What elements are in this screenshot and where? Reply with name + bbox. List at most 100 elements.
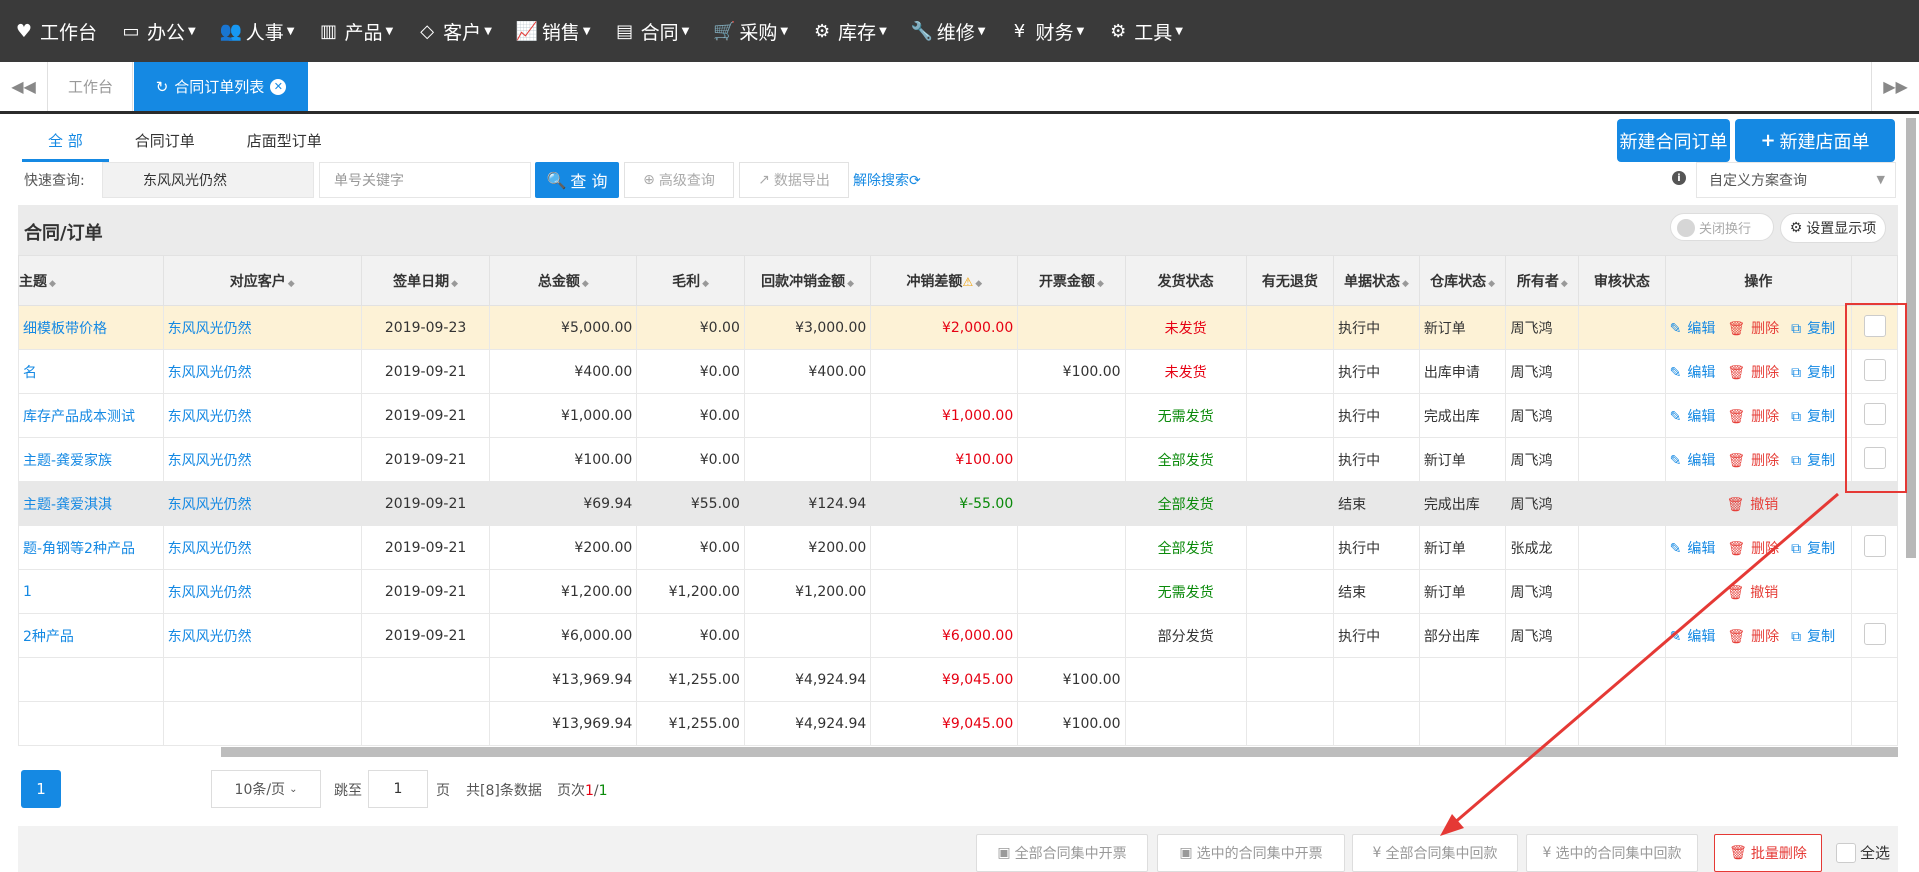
- customer-link[interactable]: 东风风光仍然: [162, 349, 362, 394]
- select-all[interactable]: 全选: [1836, 842, 1890, 863]
- customer-link[interactable]: 东风风光仍然: [162, 305, 362, 350]
- delete-button[interactable]: 🗑 删除: [1727, 321, 1785, 337]
- wrap-toggle[interactable]: 关闭换行: [1670, 213, 1774, 241]
- nav-item-8[interactable]: ⚙ 库存 ▼: [812, 18, 887, 45]
- column-header[interactable]: 签单日期 ◆: [360, 255, 491, 306]
- sort-icon[interactable]: ◆: [582, 279, 589, 289]
- copy-button[interactable]: ⧉ 复制: [1791, 541, 1841, 557]
- edit-button[interactable]: ✎ 编辑: [1670, 453, 1722, 469]
- new-contract-order-button[interactable]: 新建合同订单: [1617, 119, 1730, 162]
- sort-icon[interactable]: ◆: [1402, 279, 1409, 289]
- edit-button[interactable]: ✎ 编辑: [1670, 629, 1722, 645]
- per-page-select[interactable]: 10条/页 ⌄: [211, 770, 321, 808]
- nav-item-10[interactable]: ¥ 财务 ▼: [1009, 18, 1084, 45]
- sort-icon[interactable]: ◆: [1097, 279, 1104, 289]
- tab-workbench[interactable]: 工作台: [49, 62, 133, 111]
- delete-button[interactable]: 🗑 删除: [1727, 409, 1785, 425]
- order-subject-link[interactable]: 主题-龚爱家族: [18, 437, 164, 482]
- select-all-checkbox[interactable]: [1836, 842, 1856, 863]
- row-checkbox[interactable]: [1863, 534, 1886, 557]
- selected-contract-invoice-button[interactable]: ▣ 选中的合同集中开票: [1157, 834, 1345, 872]
- customer-link[interactable]: 东风风光仍然: [162, 613, 362, 658]
- order-subject-link[interactable]: 主题-龚爱淇淇: [18, 481, 164, 526]
- horizontal-scrollbar[interactable]: [221, 747, 1898, 757]
- column-header[interactable]: 开票金额 ◆: [1017, 255, 1126, 306]
- customer-link[interactable]: 东风风光仍然: [162, 481, 362, 526]
- close-icon[interactable]: ✕: [270, 78, 287, 95]
- selected-contract-payment-button[interactable]: ¥ 选中的合同集中回款: [1526, 834, 1698, 872]
- tab-scroll-right-icon[interactable]: ▶▶: [1871, 62, 1919, 111]
- jump-page-input[interactable]: 1: [368, 770, 428, 808]
- advanced-search-button[interactable]: ⊕ 高级查询: [624, 162, 734, 198]
- column-header[interactable]: 回款冲销金额 ◆: [743, 255, 872, 306]
- nav-item-6[interactable]: ▤ 合同 ▼: [615, 18, 689, 45]
- sort-icon[interactable]: ◆: [288, 279, 295, 289]
- sort-icon[interactable]: ◆: [975, 279, 982, 289]
- new-store-order-button[interactable]: + 新建店面单: [1735, 119, 1895, 162]
- column-header[interactable]: 仓库状态 ◆: [1418, 255, 1507, 306]
- nav-item-1[interactable]: ▭ 办公 ▼: [121, 18, 196, 45]
- customer-link[interactable]: 东风风光仍然: [162, 437, 362, 482]
- nav-item-5[interactable]: 📈 销售 ▼: [516, 18, 591, 45]
- customer-input[interactable]: 东风风光仍然: [102, 162, 314, 198]
- edit-button[interactable]: ✎ 编辑: [1670, 365, 1722, 381]
- nav-item-0[interactable]: ♥ 工作台: [14, 18, 97, 45]
- nav-item-7[interactable]: 🛒 采购 ▼: [713, 18, 788, 45]
- all-contract-payment-button[interactable]: ¥ 全部合同集中回款: [1352, 834, 1518, 872]
- column-header[interactable]: 所有者 ◆: [1505, 255, 1580, 306]
- customer-link[interactable]: 东风风光仍然: [162, 393, 362, 438]
- batch-delete-button[interactable]: 🗑 批量删除: [1714, 834, 1822, 872]
- copy-button[interactable]: ⧉ 复制: [1791, 365, 1841, 381]
- column-header[interactable]: 毛利 ◆: [636, 255, 745, 306]
- revoke-button[interactable]: 🗑 撤销: [1727, 497, 1785, 513]
- delete-button[interactable]: 🗑 删除: [1727, 365, 1785, 381]
- nav-item-11[interactable]: ⚙ 工具 ▼: [1108, 18, 1183, 45]
- tab-scroll-left-icon[interactable]: ◀◀: [0, 62, 48, 111]
- copy-button[interactable]: ⧉ 复制: [1791, 629, 1841, 645]
- nav-item-3[interactable]: ▥ 产品 ▼: [318, 18, 393, 45]
- customer-link[interactable]: 东风风光仍然: [162, 525, 362, 570]
- column-header[interactable]: 总金额 ◆: [489, 255, 638, 306]
- subtab-store-orders[interactable]: 店面型订单: [221, 118, 348, 162]
- export-button[interactable]: ↗ 数据导出: [739, 162, 849, 198]
- nav-item-4[interactable]: ◇ 客户 ▼: [417, 18, 492, 45]
- order-subject-link[interactable]: 2种产品: [18, 613, 164, 658]
- order-subject-link[interactable]: 库存产品成本测试: [18, 393, 164, 438]
- column-header[interactable]: 对应客户 ◆: [162, 255, 362, 306]
- query-button[interactable]: 🔍 查 询: [535, 162, 619, 198]
- edit-button[interactable]: ✎ 编辑: [1670, 321, 1722, 337]
- nav-item-9[interactable]: 🔧 维修 ▼: [911, 18, 986, 45]
- set-columns-button[interactable]: ⚙ 设置显示项: [1780, 213, 1886, 243]
- delete-button[interactable]: 🗑 删除: [1727, 453, 1785, 469]
- column-header[interactable]: 单据状态 ◆: [1333, 255, 1420, 306]
- column-header[interactable]: 冲销差额⚠ ◆: [870, 255, 1019, 306]
- delete-button[interactable]: 🗑 删除: [1727, 541, 1785, 557]
- sort-icon[interactable]: ◆: [49, 279, 56, 289]
- order-subject-link[interactable]: 题-角钢等2种产品: [18, 525, 164, 570]
- page-button-current[interactable]: 1: [21, 770, 61, 808]
- delete-button[interactable]: 🗑 删除: [1727, 629, 1785, 645]
- subtab-all[interactable]: 全 部: [22, 118, 109, 162]
- order-subject-link[interactable]: 细模板带价格: [18, 305, 164, 350]
- row-checkbox[interactable]: [1863, 622, 1886, 645]
- all-contract-invoice-button[interactable]: ▣ 全部合同集中开票: [976, 834, 1148, 872]
- tab-contract-list[interactable]: ↻ 合同订单列表 ✕: [134, 62, 308, 111]
- sort-icon[interactable]: ◆: [1561, 279, 1568, 289]
- customer-link[interactable]: 东风风光仍然: [162, 569, 362, 614]
- reset-search-link[interactable]: 解除搜索⟳: [853, 170, 921, 190]
- keyword-input[interactable]: 单号关键字: [319, 162, 531, 198]
- edit-button[interactable]: ✎ 编辑: [1670, 541, 1722, 557]
- copy-button[interactable]: ⧉ 复制: [1791, 409, 1841, 425]
- sort-icon[interactable]: ◆: [847, 279, 854, 289]
- edit-button[interactable]: ✎ 编辑: [1670, 409, 1722, 425]
- sort-icon[interactable]: ◆: [702, 279, 709, 289]
- sort-icon[interactable]: ◆: [1488, 279, 1495, 289]
- copy-button[interactable]: ⧉ 复制: [1791, 453, 1841, 469]
- column-header[interactable]: 主题 ◆: [18, 255, 164, 306]
- custom-scheme-select[interactable]: 自定义方案查询 ▼: [1696, 162, 1896, 198]
- copy-button[interactable]: ⧉ 复制: [1791, 321, 1841, 337]
- order-subject-link[interactable]: 1: [18, 569, 164, 614]
- revoke-button[interactable]: 🗑 撤销: [1727, 585, 1785, 601]
- nav-item-2[interactable]: 👥 人事 ▼: [220, 18, 295, 45]
- subtab-contract-orders[interactable]: 合同订单: [109, 118, 221, 162]
